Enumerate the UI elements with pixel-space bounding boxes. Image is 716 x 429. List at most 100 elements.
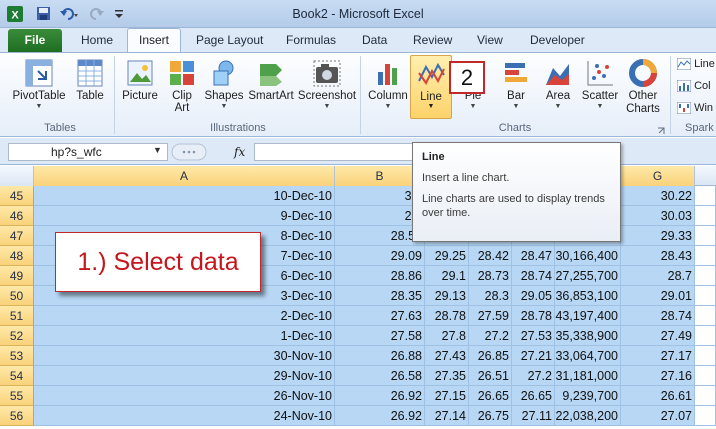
cell-adj-close[interactable]: 29.01: [621, 286, 695, 306]
cell-close[interactable]: 26.65: [512, 386, 555, 406]
cell-empty[interactable]: [695, 366, 716, 386]
line-chart-button[interactable]: Line ▼: [410, 55, 452, 119]
clipart-button[interactable]: Clip Art: [165, 58, 199, 114]
row-header[interactable]: 56: [0, 406, 34, 426]
cell-adj-close[interactable]: 28.74: [621, 306, 695, 326]
row-header[interactable]: 46: [0, 206, 34, 226]
other-charts-button[interactable]: Other Charts: [622, 58, 664, 116]
select-all-corner[interactable]: [0, 166, 34, 186]
table-row[interactable]: 56 24-Nov-10 26.92 27.14 26.75 27.11 22,038,20…: [0, 406, 716, 426]
cell-volume[interactable]: 27,255,700: [555, 266, 621, 286]
tab-formulas[interactable]: Formulas: [286, 33, 336, 47]
table-row[interactable]: 51 2-Dec-10 27.63 28.78 27.59 28.78 43,197,400…: [0, 306, 716, 326]
cell-close[interactable]: 27.2: [512, 366, 555, 386]
cell-low[interactable]: 26.51: [469, 366, 512, 386]
name-box[interactable]: hp?s_wfc: [8, 143, 168, 161]
row-header[interactable]: 53: [0, 346, 34, 366]
cell-low[interactable]: 26.75: [469, 406, 512, 426]
cell-adj-close[interactable]: 27.16: [621, 366, 695, 386]
column-header-g[interactable]: G: [621, 166, 695, 186]
cell-open[interactable]: 29.09: [335, 246, 425, 266]
shapes-button[interactable]: Shapes ▼: [203, 58, 245, 110]
area-chart-button[interactable]: Area ▼: [538, 58, 578, 110]
cell-high[interactable]: 29.13: [425, 286, 469, 306]
cell-volume[interactable]: 36,853,100: [555, 286, 621, 306]
cell-empty[interactable]: [695, 306, 716, 326]
cell-close[interactable]: 27.53: [512, 326, 555, 346]
cell-volume[interactable]: 33,064,700: [555, 346, 621, 366]
tab-review[interactable]: Review: [413, 33, 452, 47]
tab-data[interactable]: Data: [362, 33, 387, 47]
cell-low[interactable]: 26.85: [469, 346, 512, 366]
cell-low[interactable]: 27.59: [469, 306, 512, 326]
cell-volume[interactable]: 22,038,200: [555, 406, 621, 426]
cell-empty[interactable]: [695, 266, 716, 286]
cell-volume[interactable]: 30,166,400: [555, 246, 621, 266]
cell-open[interactable]: 28.86: [335, 266, 425, 286]
cell-open[interactable]: 26.92: [335, 406, 425, 426]
tab-view[interactable]: View: [477, 33, 503, 47]
cell-high[interactable]: 27.8: [425, 326, 469, 346]
cell-date[interactable]: 2-Dec-10: [34, 306, 335, 326]
tab-file[interactable]: File: [8, 29, 62, 52]
cell-open[interactable]: 27.58: [335, 326, 425, 346]
cell-high[interactable]: 27.43: [425, 346, 469, 366]
scatter-chart-button[interactable]: Scatter ▼: [580, 58, 620, 110]
row-header[interactable]: 50: [0, 286, 34, 306]
cell-empty[interactable]: [695, 326, 716, 346]
cell-volume[interactable]: 43,197,400: [555, 306, 621, 326]
cell-date[interactable]: 30-Nov-10: [34, 346, 335, 366]
cell-close[interactable]: 28.47: [512, 246, 555, 266]
cell-low[interactable]: 28.73: [469, 266, 512, 286]
pivottable-button[interactable]: PivotTable ▼: [10, 58, 68, 110]
table-row[interactable]: 52 1-Dec-10 27.58 27.8 27.2 27.53 35,338,900 27…: [0, 326, 716, 346]
table-button[interactable]: Table: [72, 58, 108, 102]
picture-button[interactable]: Picture: [119, 58, 161, 102]
cell-adj-close[interactable]: 27.07: [621, 406, 695, 426]
cell-date[interactable]: 29-Nov-10: [34, 366, 335, 386]
row-header[interactable]: 54: [0, 366, 34, 386]
cell-close[interactable]: 28.78: [512, 306, 555, 326]
cell-close[interactable]: 28.74: [512, 266, 555, 286]
sparkline-line-button[interactable]: Line: [676, 57, 716, 71]
cell-low[interactable]: 27.2: [469, 326, 512, 346]
formula-bar-handle-icon[interactable]: [170, 142, 208, 162]
table-row[interactable]: 53 30-Nov-10 26.88 27.43 26.85 27.21 33,064,70…: [0, 346, 716, 366]
cell-volume[interactable]: 31,181,000: [555, 366, 621, 386]
cell-adj-close[interactable]: 30.03: [621, 206, 695, 226]
cell-empty[interactable]: [695, 406, 716, 426]
cell-high[interactable]: 27.14: [425, 406, 469, 426]
row-header[interactable]: 45: [0, 186, 34, 206]
cell-low[interactable]: 26.65: [469, 386, 512, 406]
row-header[interactable]: 49: [0, 266, 34, 286]
cell-empty[interactable]: [695, 226, 716, 246]
cell-high[interactable]: 28.78: [425, 306, 469, 326]
tab-page-layout[interactable]: Page Layout: [196, 33, 263, 47]
smartart-button[interactable]: SmartArt: [247, 58, 295, 102]
formula-input[interactable]: [254, 143, 424, 161]
row-header[interactable]: 52: [0, 326, 34, 346]
cell-adj-close[interactable]: 26.61: [621, 386, 695, 406]
cell-empty[interactable]: [695, 246, 716, 266]
cell-close[interactable]: 29.05: [512, 286, 555, 306]
name-box-dropdown-icon[interactable]: ▼: [153, 145, 162, 155]
cell-adj-close[interactable]: 27.49: [621, 326, 695, 346]
tab-insert[interactable]: Insert: [127, 28, 181, 53]
cell-volume[interactable]: 35,338,900: [555, 326, 621, 346]
cell-adj-close[interactable]: 29.33: [621, 226, 695, 246]
cell-close[interactable]: 27.11: [512, 406, 555, 426]
cell-close[interactable]: 27.21: [512, 346, 555, 366]
cell-adj-close[interactable]: 28.43: [621, 246, 695, 266]
insert-function-icon[interactable]: fx: [234, 145, 245, 159]
cell-volume[interactable]: 9,239,700: [555, 386, 621, 406]
cell-open[interactable]: 26.88: [335, 346, 425, 366]
cell-high[interactable]: 29.1: [425, 266, 469, 286]
cell-empty[interactable]: [695, 186, 716, 206]
cell-date[interactable]: 1-Dec-10: [34, 326, 335, 346]
cell-adj-close[interactable]: 27.17: [621, 346, 695, 366]
cell-low[interactable]: 28.3: [469, 286, 512, 306]
row-header[interactable]: 51: [0, 306, 34, 326]
row-header[interactable]: 47: [0, 226, 34, 246]
tab-developer[interactable]: Developer: [530, 33, 585, 47]
cell-open[interactable]: 28.35: [335, 286, 425, 306]
